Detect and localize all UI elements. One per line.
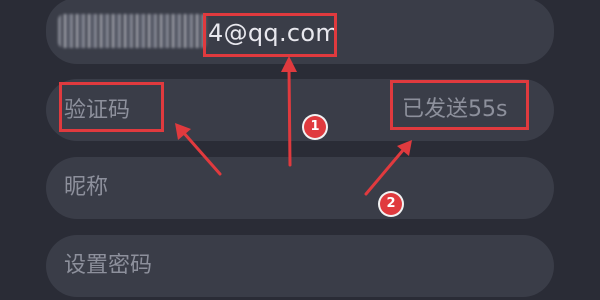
nickname-field[interactable]	[46, 157, 554, 219]
highlight-box-email	[203, 13, 337, 57]
password-placeholder: 设置密码	[64, 253, 153, 278]
nickname-placeholder: 昵称	[64, 175, 109, 200]
highlight-box-code	[59, 82, 164, 132]
highlight-box-sent	[390, 80, 529, 130]
annotation-badge-1: 1	[304, 116, 326, 138]
arrow-2-head	[397, 140, 412, 156]
annotation-badge-2: 2	[380, 193, 402, 215]
blurred-email-prefix	[58, 14, 208, 48]
